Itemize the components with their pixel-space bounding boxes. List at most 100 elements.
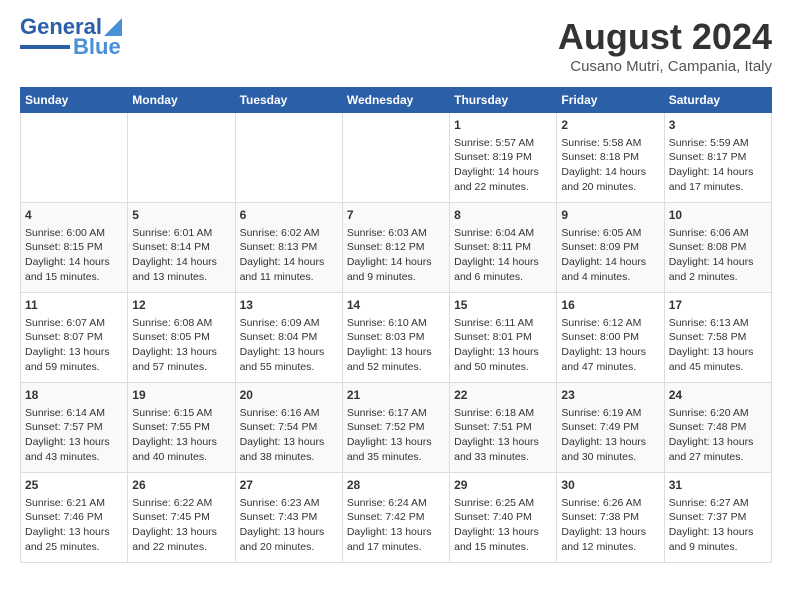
day-info: and 27 minutes. — [669, 450, 767, 465]
day-info: and 12 minutes. — [561, 540, 659, 555]
day-info: and 25 minutes. — [25, 540, 123, 555]
day-info: and 20 minutes. — [561, 180, 659, 195]
day-info: and 20 minutes. — [240, 540, 338, 555]
day-info: and 2 minutes. — [669, 270, 767, 285]
day-info: Daylight: 13 hours — [240, 345, 338, 360]
calendar-week-2: 4Sunrise: 6:00 AMSunset: 8:15 PMDaylight… — [21, 203, 772, 293]
day-info: Daylight: 13 hours — [240, 435, 338, 450]
day-info: Daylight: 13 hours — [347, 345, 445, 360]
day-info: Daylight: 13 hours — [669, 345, 767, 360]
day-number: 7 — [347, 207, 445, 224]
day-info: Daylight: 13 hours — [561, 525, 659, 540]
day-info: Sunrise: 6:16 AM — [240, 406, 338, 421]
day-info: Sunset: 8:14 PM — [132, 240, 230, 255]
day-info: and 17 minutes. — [669, 180, 767, 195]
day-info: and 6 minutes. — [454, 270, 552, 285]
day-info: Sunset: 7:43 PM — [240, 510, 338, 525]
day-number: 1 — [454, 117, 552, 134]
day-number: 20 — [240, 387, 338, 404]
calendar-cell: 16Sunrise: 6:12 AMSunset: 8:00 PMDayligh… — [557, 293, 664, 383]
day-info: Sunset: 7:54 PM — [240, 420, 338, 435]
day-info: and 59 minutes. — [25, 360, 123, 375]
day-info: Sunset: 8:11 PM — [454, 240, 552, 255]
day-info: Sunset: 7:55 PM — [132, 420, 230, 435]
weekday-row: SundayMondayTuesdayWednesdayThursdayFrid… — [21, 88, 772, 113]
day-info: Daylight: 14 hours — [561, 165, 659, 180]
calendar-cell: 4Sunrise: 6:00 AMSunset: 8:15 PMDaylight… — [21, 203, 128, 293]
day-info: Daylight: 13 hours — [669, 435, 767, 450]
day-number: 30 — [561, 477, 659, 494]
day-info: Sunset: 7:38 PM — [561, 510, 659, 525]
day-info: Sunrise: 6:26 AM — [561, 496, 659, 511]
day-number: 2 — [561, 117, 659, 134]
calendar-cell: 19Sunrise: 6:15 AMSunset: 7:55 PMDayligh… — [128, 383, 235, 473]
main-title: August 2024 — [558, 16, 772, 58]
calendar-body: 1Sunrise: 5:57 AMSunset: 8:19 PMDaylight… — [21, 113, 772, 563]
logo: General Blue — [20, 16, 122, 58]
day-info: Sunrise: 6:02 AM — [240, 226, 338, 241]
weekday-header-wednesday: Wednesday — [342, 88, 449, 113]
day-info: Daylight: 14 hours — [669, 255, 767, 270]
day-info: Sunrise: 6:15 AM — [132, 406, 230, 421]
day-info: Sunset: 8:19 PM — [454, 150, 552, 165]
title-block: August 2024 Cusano Mutri, Campania, Ital… — [558, 16, 772, 75]
calendar-week-3: 11Sunrise: 6:07 AMSunset: 8:07 PMDayligh… — [21, 293, 772, 383]
day-number: 18 — [25, 387, 123, 404]
day-info: and 22 minutes. — [132, 540, 230, 555]
calendar-cell: 2Sunrise: 5:58 AMSunset: 8:18 PMDaylight… — [557, 113, 664, 203]
day-info: Sunrise: 6:06 AM — [669, 226, 767, 241]
day-info: Sunset: 7:42 PM — [347, 510, 445, 525]
day-info: and 13 minutes. — [132, 270, 230, 285]
day-number: 5 — [132, 207, 230, 224]
day-number: 10 — [669, 207, 767, 224]
weekday-header-sunday: Sunday — [21, 88, 128, 113]
calendar-cell: 15Sunrise: 6:11 AMSunset: 8:01 PMDayligh… — [450, 293, 557, 383]
day-info: and 17 minutes. — [347, 540, 445, 555]
calendar-cell: 18Sunrise: 6:14 AMSunset: 7:57 PMDayligh… — [21, 383, 128, 473]
calendar-cell: 3Sunrise: 5:59 AMSunset: 8:17 PMDaylight… — [664, 113, 771, 203]
day-info: Sunrise: 6:09 AM — [240, 316, 338, 331]
day-info: and 50 minutes. — [454, 360, 552, 375]
day-info: Sunrise: 6:24 AM — [347, 496, 445, 511]
day-info: Daylight: 14 hours — [561, 255, 659, 270]
day-info: Sunrise: 6:25 AM — [454, 496, 552, 511]
day-info: Daylight: 13 hours — [240, 525, 338, 540]
day-info: and 38 minutes. — [240, 450, 338, 465]
calendar-cell: 31Sunrise: 6:27 AMSunset: 7:37 PMDayligh… — [664, 473, 771, 563]
calendar-cell: 24Sunrise: 6:20 AMSunset: 7:48 PMDayligh… — [664, 383, 771, 473]
day-info: Daylight: 13 hours — [669, 525, 767, 540]
day-info: Daylight: 13 hours — [347, 525, 445, 540]
day-info: and 15 minutes. — [454, 540, 552, 555]
day-info: Daylight: 14 hours — [240, 255, 338, 270]
day-info: Sunset: 8:01 PM — [454, 330, 552, 345]
calendar-header: SundayMondayTuesdayWednesdayThursdayFrid… — [21, 88, 772, 113]
day-info: Sunrise: 6:21 AM — [25, 496, 123, 511]
calendar-cell: 23Sunrise: 6:19 AMSunset: 7:49 PMDayligh… — [557, 383, 664, 473]
calendar-cell: 9Sunrise: 6:05 AMSunset: 8:09 PMDaylight… — [557, 203, 664, 293]
day-info: and 55 minutes. — [240, 360, 338, 375]
day-number: 3 — [669, 117, 767, 134]
day-info: Sunset: 7:37 PM — [669, 510, 767, 525]
weekday-header-thursday: Thursday — [450, 88, 557, 113]
day-info: Sunrise: 6:12 AM — [561, 316, 659, 331]
calendar-table: SundayMondayTuesdayWednesdayThursdayFrid… — [20, 87, 772, 563]
day-info: Sunset: 7:52 PM — [347, 420, 445, 435]
day-info: Sunrise: 6:18 AM — [454, 406, 552, 421]
day-info: Daylight: 13 hours — [454, 525, 552, 540]
day-number: 13 — [240, 297, 338, 314]
calendar-cell: 17Sunrise: 6:13 AMSunset: 7:58 PMDayligh… — [664, 293, 771, 383]
calendar-cell: 10Sunrise: 6:06 AMSunset: 8:08 PMDayligh… — [664, 203, 771, 293]
day-info: Sunrise: 6:14 AM — [25, 406, 123, 421]
day-info: Sunrise: 6:07 AM — [25, 316, 123, 331]
day-info: Sunrise: 6:04 AM — [454, 226, 552, 241]
day-info: Sunrise: 6:27 AM — [669, 496, 767, 511]
calendar-cell: 8Sunrise: 6:04 AMSunset: 8:11 PMDaylight… — [450, 203, 557, 293]
calendar-cell — [235, 113, 342, 203]
day-info: Sunset: 8:03 PM — [347, 330, 445, 345]
day-info: and 33 minutes. — [454, 450, 552, 465]
day-number: 4 — [25, 207, 123, 224]
day-info: Sunrise: 6:20 AM — [669, 406, 767, 421]
day-info: and 47 minutes. — [561, 360, 659, 375]
day-info: Daylight: 13 hours — [561, 435, 659, 450]
day-number: 15 — [454, 297, 552, 314]
